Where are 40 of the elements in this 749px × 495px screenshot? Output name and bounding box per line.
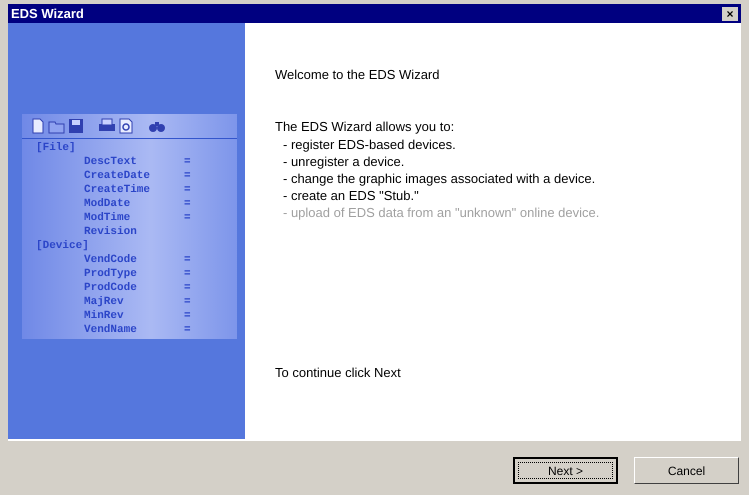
printer-icon[interactable] xyxy=(98,118,116,134)
welcome-heading: Welcome to the EDS Wizard xyxy=(275,66,440,84)
feature-item: - unregister a device. xyxy=(283,153,406,170)
entry-key: VendName xyxy=(84,322,184,336)
entry-key: ModTime xyxy=(84,210,184,224)
next-button[interactable]: Next > xyxy=(513,457,618,484)
new-file-icon[interactable] xyxy=(30,118,46,134)
equals-sign: = xyxy=(184,294,191,308)
entry-key: ProdCode xyxy=(84,280,184,294)
equals-sign: = xyxy=(184,210,191,224)
entry-key: MinRev xyxy=(84,308,184,322)
equals-sign: = xyxy=(184,322,191,336)
equals-sign: = xyxy=(184,280,191,294)
cancel-button[interactable]: Cancel xyxy=(634,457,739,484)
section-header: [File] xyxy=(36,140,77,154)
equals-sign: = xyxy=(184,168,191,182)
entry-key: MajRev xyxy=(84,294,184,308)
print-preview-icon[interactable] xyxy=(118,118,134,134)
intro-text: The EDS Wizard allows you to: xyxy=(275,118,456,136)
entry-key: DescText xyxy=(84,154,184,168)
feature-item: - create an EDS "Stub." xyxy=(283,187,420,204)
equals-sign: = xyxy=(184,308,191,322)
entry-key: ModDate xyxy=(84,196,184,210)
equals-sign: = xyxy=(184,196,191,210)
equals-sign: = xyxy=(184,252,191,266)
continue-hint: To continue click Next xyxy=(275,364,402,382)
equals-sign: = xyxy=(184,266,191,280)
equals-sign: = xyxy=(184,182,191,196)
entry-key: CreateDate xyxy=(84,168,184,182)
entry-key: CreateTime xyxy=(84,182,184,196)
equals-sign: = xyxy=(184,154,191,168)
window-title: EDS Wizard xyxy=(11,4,84,23)
feature-item: - register EDS-based devices. xyxy=(283,136,457,153)
feature-item: - change the graphic images associated with a device. xyxy=(283,170,596,187)
feature-item: - upload of EDS data from an "unknown" online device. xyxy=(283,204,600,221)
section-header: [Device] xyxy=(36,238,90,252)
entry-key: ProdType xyxy=(84,266,184,280)
entry-key: VendCode xyxy=(84,252,184,266)
entry-key: Revision xyxy=(84,224,184,238)
close-button[interactable]: × xyxy=(722,6,738,20)
